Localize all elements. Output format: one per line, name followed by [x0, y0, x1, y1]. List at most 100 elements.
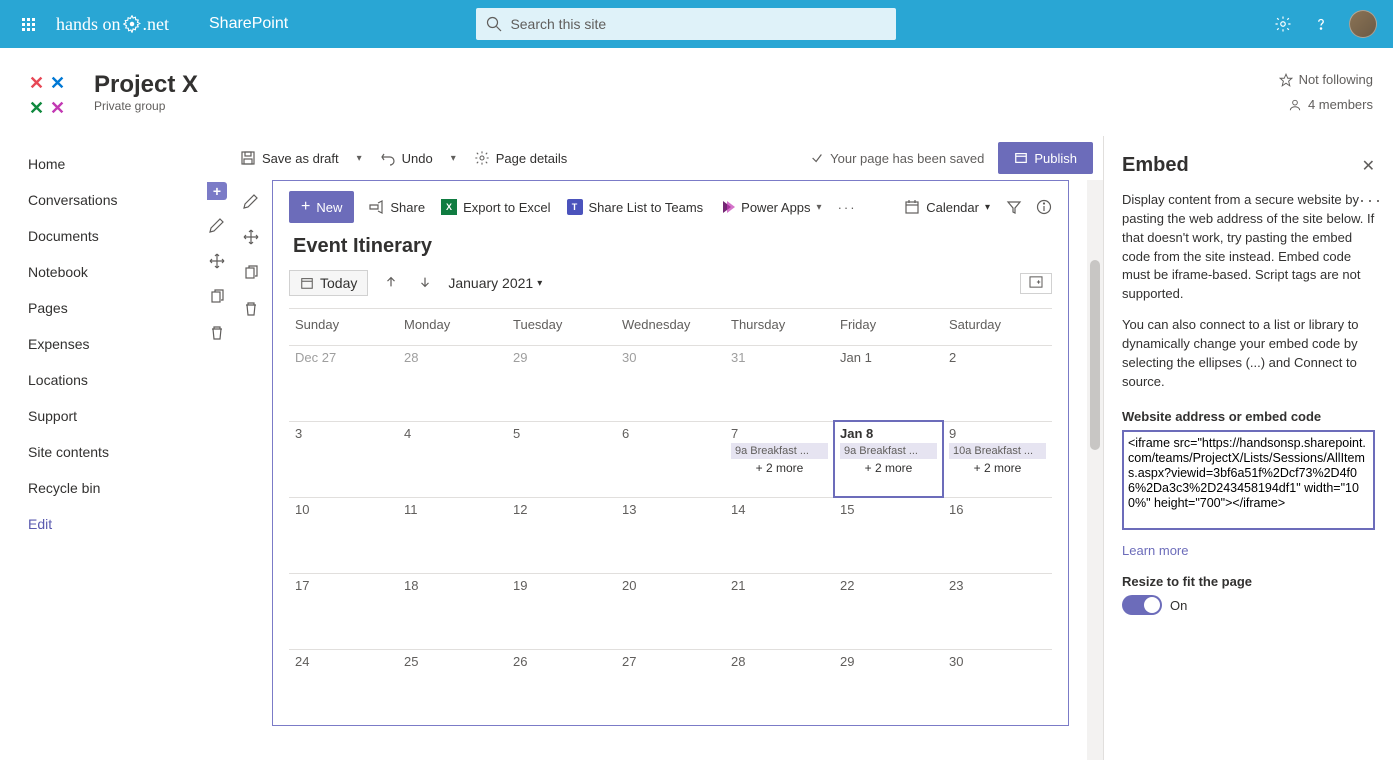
info-icon[interactable]	[1036, 199, 1052, 215]
new-button[interactable]: + New	[289, 191, 354, 223]
learn-more-link[interactable]: Learn more	[1122, 543, 1188, 558]
duplicate-section-button[interactable]	[202, 282, 232, 312]
app-name[interactable]: SharePoint	[209, 15, 288, 33]
settings-button[interactable]	[1273, 14, 1293, 34]
site-title[interactable]: Project X	[94, 71, 198, 99]
month-picker[interactable]: January 2021 ▾	[448, 275, 542, 291]
members-button[interactable]: 4 members	[1288, 97, 1373, 112]
calendar-cell[interactable]: 5	[507, 421, 616, 497]
calendar-cell[interactable]: 7 9a Breakfast ... + 2 more	[725, 421, 834, 497]
calendar-cell[interactable]: 4	[398, 421, 507, 497]
resize-toggle[interactable]	[1122, 595, 1162, 615]
delete-webpart-button[interactable]	[236, 294, 266, 324]
calendar-cell[interactable]: 14	[725, 497, 834, 573]
close-panel-button[interactable]: ✕	[1362, 156, 1375, 176]
move-webpart-button[interactable]	[236, 222, 266, 252]
nav-notebook[interactable]: Notebook	[0, 254, 200, 290]
scrollbar-thumb[interactable]	[1090, 260, 1100, 450]
edit-webpart-button[interactable]	[236, 186, 266, 216]
add-event-button[interactable]	[1020, 273, 1052, 294]
calendar-cell[interactable]: 23	[943, 573, 1052, 649]
today-button[interactable]: Today	[289, 270, 368, 296]
calendar-cell[interactable]: 24	[289, 649, 398, 725]
nav-documents[interactable]: Documents	[0, 218, 200, 254]
calendar-cell[interactable]: 13	[616, 497, 725, 573]
site-logo[interactable]: ✕✕ ✕✕	[20, 65, 74, 119]
calendar-cell[interactable]: 29	[834, 649, 943, 725]
nav-support[interactable]: Support	[0, 398, 200, 434]
delete-section-button[interactable]	[202, 318, 232, 348]
add-section-button[interactable]: +	[207, 182, 227, 200]
prev-month-button[interactable]	[380, 271, 402, 296]
nav-edit[interactable]: Edit	[0, 506, 200, 542]
edit-section-button[interactable]	[202, 210, 232, 240]
publish-button[interactable]: Publish	[998, 142, 1093, 174]
save-chevron[interactable]: ▾	[351, 153, 368, 164]
scrollbar[interactable]	[1087, 180, 1103, 760]
share-teams-button[interactable]: T Share List to Teams	[565, 195, 706, 219]
calendar-cell[interactable]: 6	[616, 421, 725, 497]
calendar-cell[interactable]: 19	[507, 573, 616, 649]
panel-more-button[interactable]: ···	[1359, 190, 1383, 211]
nav-site-contents[interactable]: Site contents	[0, 434, 200, 470]
calendar-cell[interactable]: 3	[289, 421, 398, 497]
calendar-cell[interactable]: 16	[943, 497, 1052, 573]
nav-pages[interactable]: Pages	[0, 290, 200, 326]
embed-code-input[interactable]	[1122, 430, 1375, 530]
calendar-cell[interactable]: 31	[725, 345, 834, 421]
search-box[interactable]: Search this site	[476, 8, 896, 40]
more-events[interactable]: + 2 more	[840, 461, 937, 475]
calendar-cell[interactable]: 22	[834, 573, 943, 649]
duplicate-webpart-button[interactable]	[236, 258, 266, 288]
next-month-button[interactable]	[414, 271, 436, 296]
calendar-cell[interactable]: 28	[398, 345, 507, 421]
nav-recycle-bin[interactable]: Recycle bin	[0, 470, 200, 506]
app-launcher[interactable]	[8, 0, 48, 48]
powerapps-button[interactable]: Power Apps ▾	[717, 195, 823, 219]
nav-expenses[interactable]: Expenses	[0, 326, 200, 362]
undo-button[interactable]: Undo	[372, 142, 441, 174]
nav-conversations[interactable]: Conversations	[0, 182, 200, 218]
calendar-cell[interactable]: Dec 27	[289, 345, 398, 421]
nav-locations[interactable]: Locations	[0, 362, 200, 398]
calendar-cell-today[interactable]: Jan 8 9a Breakfast ... + 2 more	[834, 421, 943, 497]
calendar-cell[interactable]: 21	[725, 573, 834, 649]
undo-chevron[interactable]: ▾	[445, 153, 462, 164]
calendar-cell[interactable]: 20	[616, 573, 725, 649]
calendar-cell[interactable]: 25	[398, 649, 507, 725]
view-selector[interactable]: Calendar ▾	[902, 195, 992, 219]
event-chip[interactable]: 9a Breakfast ...	[840, 443, 937, 459]
calendar-cell[interactable]: 30	[943, 649, 1052, 725]
calendar-cell[interactable]: 2	[943, 345, 1052, 421]
help-button[interactable]	[1311, 14, 1331, 34]
event-chip[interactable]: 9a Breakfast ...	[731, 443, 828, 459]
follow-button[interactable]: Not following	[1279, 72, 1373, 87]
calendar-cell[interactable]: 26	[507, 649, 616, 725]
event-chip[interactable]: 10a Breakfast ...	[949, 443, 1046, 459]
export-excel-button[interactable]: X Export to Excel	[439, 195, 552, 219]
calendar-cell[interactable]: 29	[507, 345, 616, 421]
calendar-cell[interactable]: Jan 1	[834, 345, 943, 421]
more-events[interactable]: + 2 more	[731, 461, 828, 475]
calendar-cell[interactable]: 27	[616, 649, 725, 725]
more-button[interactable]: ···	[836, 196, 859, 219]
calendar-cell[interactable]: 28	[725, 649, 834, 725]
tenant-brand[interactable]: hands on .net	[56, 14, 169, 35]
calendar-cell[interactable]: 12	[507, 497, 616, 573]
calendar-cell[interactable]: 15	[834, 497, 943, 573]
calendar-cell[interactable]: 30	[616, 345, 725, 421]
save-draft-button[interactable]: Save as draft	[232, 142, 347, 174]
filter-icon[interactable]	[1006, 199, 1022, 215]
page-details-button[interactable]: Page details	[466, 142, 576, 174]
share-button[interactable]: Share	[366, 195, 427, 219]
calendar-cell[interactable]: 9 10a Breakfast ... + 2 more	[943, 421, 1052, 497]
move-section-button[interactable]	[202, 246, 232, 276]
user-avatar[interactable]	[1349, 10, 1377, 38]
calendar-cell[interactable]: 17	[289, 573, 398, 649]
calendar-cell[interactable]: 11	[398, 497, 507, 573]
embed-webpart[interactable]: + New Share X Export to Excel	[272, 180, 1069, 726]
nav-home[interactable]: Home	[0, 146, 200, 182]
more-events[interactable]: + 2 more	[949, 461, 1046, 475]
calendar-cell[interactable]: 10	[289, 497, 398, 573]
calendar-cell[interactable]: 18	[398, 573, 507, 649]
